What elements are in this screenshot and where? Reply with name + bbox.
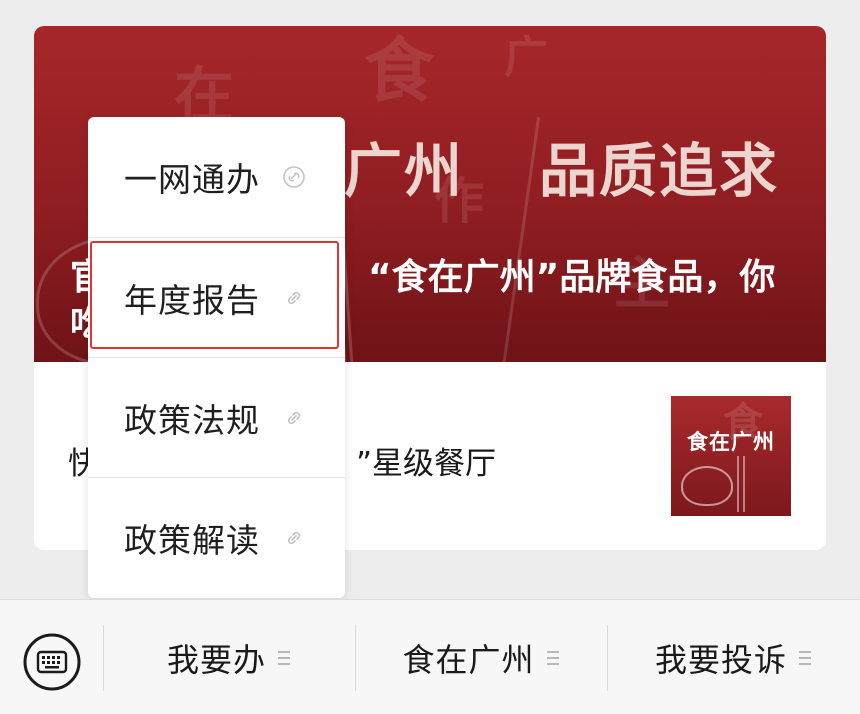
article-thumbnail[interactable]: 食 食在广州 (671, 396, 791, 516)
submenu-item-label: 一网通办 (124, 160, 260, 199)
menu-label: 我要办 (166, 640, 266, 679)
link-icon (287, 291, 301, 305)
submenu-item-label: 政策解读 (124, 521, 260, 560)
banner-headline-right: 品质追求 (539, 137, 780, 205)
keyboard-icon[interactable] (22, 632, 82, 692)
calligraphy-decoration: 食 (364, 29, 434, 112)
menu-lines-icon (799, 650, 813, 665)
link-icon (283, 166, 305, 188)
submenu-item-one-stop-service[interactable]: 一网通办 (88, 117, 345, 237)
bottom-menu-bar: 我要办 食在广州 我要投诉 (0, 599, 860, 714)
thumbnail-title: 食在广州 (687, 430, 775, 454)
menu-label: 食在广州 (402, 640, 535, 679)
chopsticks-illustration (737, 456, 745, 512)
submenu-item-policies-regulations[interactable]: 政策法规 (88, 358, 345, 478)
menu-label: 我要投诉 (654, 640, 787, 679)
link-icon (287, 531, 301, 545)
menu-lines-icon (278, 650, 292, 665)
menu-lines-icon (546, 650, 561, 665)
menu-button-complaint[interactable]: 我要投诉 (608, 600, 860, 714)
submenu-item-annual-report[interactable]: 年度报告 (88, 238, 345, 358)
submenu-item-label: 年度报告 (124, 281, 260, 320)
banner-divider (500, 117, 541, 362)
menu-button-food-in-guangzhou[interactable]: 食在广州 (356, 600, 607, 714)
menu-button-i-want-to-handle[interactable]: 我要办 (104, 600, 355, 714)
banner-subtitle: “食在广州”品牌食品，你 (368, 257, 776, 298)
submenu-popup: 一网通办 年度报告 政策法规 政策解读 (88, 117, 345, 598)
submenu-item-label: 政策法规 (124, 401, 260, 440)
submenu-item-policy-interpretation[interactable]: 政策解读 (88, 478, 345, 598)
dumpling-basket-illustration (681, 466, 733, 506)
calligraphy-decoration: 广 (504, 32, 548, 83)
article-caption: ”星级餐厅 (356, 446, 497, 482)
link-icon (287, 411, 301, 425)
